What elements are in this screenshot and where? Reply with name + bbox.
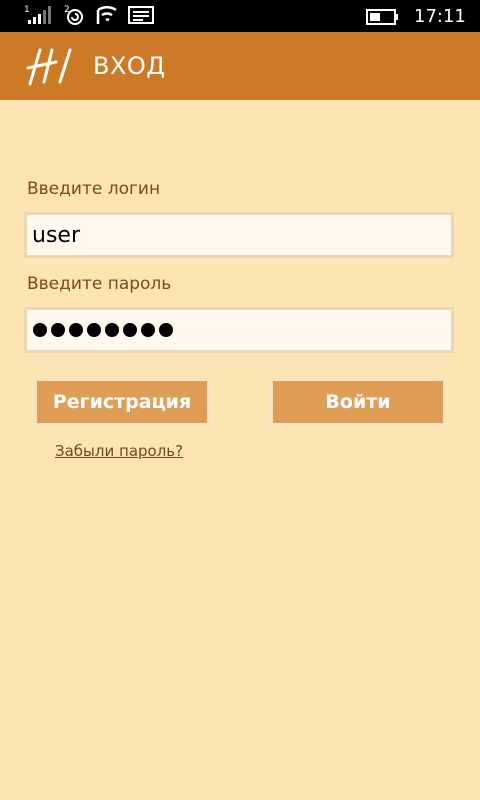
battery-icon: [366, 9, 400, 29]
password-label: Введите пароль: [27, 274, 172, 294]
login-label: Введите логин: [27, 179, 161, 199]
password-dot: [141, 323, 155, 337]
password-dot: [87, 323, 101, 337]
password-dot: [69, 323, 83, 337]
message-icon: [128, 4, 154, 30]
password-dot: [33, 323, 47, 337]
signal-strength-icon: 1: [24, 4, 56, 30]
login-input[interactable]: user: [24, 212, 454, 258]
wifi-icon: [96, 4, 118, 30]
app-logo-icon: [24, 44, 74, 92]
login-input-value: user: [32, 223, 80, 248]
page-title: ВХОД: [93, 52, 166, 80]
password-input[interactable]: [24, 307, 454, 353]
password-dot: [105, 323, 119, 337]
status-bar: 1 2 17:11: [0, 0, 480, 32]
password-masked-value: [33, 323, 173, 337]
password-dot: [123, 323, 137, 337]
forgot-password-link[interactable]: Забыли пароль?: [55, 442, 183, 460]
app-header: ВХОД: [0, 32, 480, 100]
login-button[interactable]: Войти: [270, 378, 446, 426]
sim2-icon: 2: [64, 4, 88, 30]
sim1-label: 1: [24, 5, 30, 15]
password-dot: [51, 323, 65, 337]
password-dot: [159, 323, 173, 337]
register-button[interactable]: Регистрация: [34, 378, 210, 426]
status-time: 17:11: [414, 6, 466, 27]
